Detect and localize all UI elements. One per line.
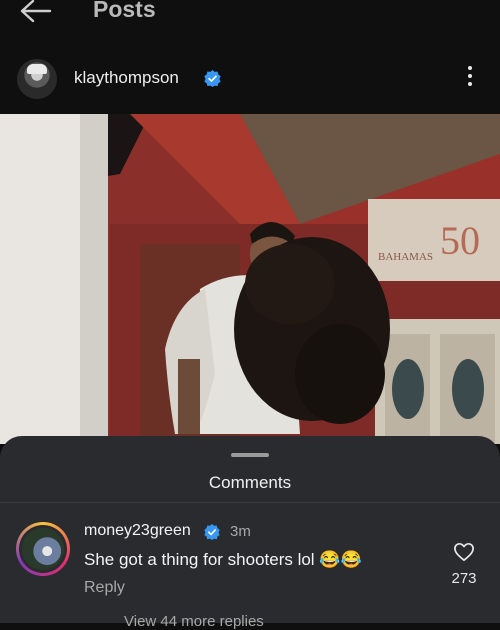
post-username[interactable]: klaythompson (74, 68, 179, 88)
divider (0, 502, 500, 503)
top-nav-bar: Posts (0, 0, 500, 42)
post-photo-scene: BAHAMAS 50 (0, 114, 500, 444)
avatar[interactable] (17, 59, 57, 99)
post-header: klaythompson (0, 44, 500, 114)
more-options-icon[interactable] (467, 66, 473, 92)
comments-sheet: Comments money23green 3m She got a thing… (0, 436, 500, 630)
comment-text: She got a thing for shooters lol 😂😂 (84, 550, 362, 569)
page-title: Posts (93, 0, 156, 22)
sheet-drag-handle[interactable] (231, 453, 269, 457)
comment-timestamp: 3m (230, 523, 251, 540)
reply-button[interactable]: Reply (84, 579, 125, 597)
verified-badge-icon (204, 70, 221, 87)
back-arrow-icon[interactable] (18, 0, 54, 24)
comment-username[interactable]: money23green (84, 522, 191, 540)
like-count: 273 (451, 570, 477, 587)
post-image[interactable]: BAHAMAS 50 (0, 114, 500, 444)
svg-text:50: 50 (440, 218, 480, 263)
view-more-replies-link[interactable]: View 44 more replies (124, 613, 264, 630)
heart-icon[interactable] (453, 542, 475, 562)
verified-badge-icon (204, 524, 220, 540)
comments-title: Comments (208, 473, 292, 492)
sign-text: BAHAMAS (378, 251, 433, 263)
comment-avatar[interactable] (16, 522, 70, 576)
